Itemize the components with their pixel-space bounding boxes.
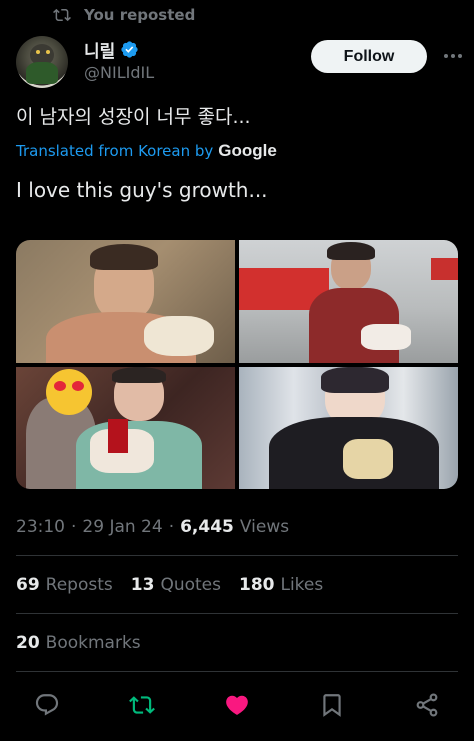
- reposts-count: 69: [16, 575, 40, 595]
- more-options-icon[interactable]: [438, 44, 468, 68]
- translated-from-link[interactable]: Translated from Korean by Google: [16, 141, 277, 161]
- bookmarks-stat[interactable]: 20 Bookmarks: [16, 633, 141, 653]
- author-display-name[interactable]: 니릴: [84, 37, 115, 62]
- author-handle[interactable]: @NILIdIL: [84, 63, 154, 82]
- divider: [16, 555, 458, 556]
- google-logo: Google: [218, 141, 277, 160]
- tweet-meta: 23:10 · 29 Jan 24 · 6,445 Views: [16, 517, 289, 537]
- media-photo-3[interactable]: [16, 367, 235, 489]
- tweet-date[interactable]: 29 Jan 24: [82, 517, 162, 537]
- repost-banner-text: You reposted: [84, 6, 196, 24]
- share-icon[interactable]: [410, 688, 444, 722]
- tweet-translation: I love this guy's growth...: [16, 178, 268, 202]
- repost-banner[interactable]: You reposted: [52, 5, 195, 25]
- reply-icon[interactable]: [30, 688, 64, 722]
- views-count: 6,445: [180, 517, 234, 537]
- meta-separator: ·: [71, 517, 77, 537]
- reposts-stat[interactable]: 69 Reposts: [16, 575, 113, 595]
- bookmark-icon[interactable]: [315, 688, 349, 722]
- engagement-stats: 69 Reposts 13 Quotes 180 Likes: [16, 575, 341, 595]
- repost-icon: [52, 6, 72, 24]
- verified-badge-icon[interactable]: [120, 40, 139, 59]
- likes-label: Likes: [280, 575, 324, 595]
- media-photo-2[interactable]: [239, 240, 458, 363]
- bookmarks-count: 20: [16, 633, 40, 653]
- reposts-label: Reposts: [45, 575, 113, 595]
- action-bar: [0, 688, 474, 722]
- quotes-label: Quotes: [160, 575, 221, 595]
- quotes-stat[interactable]: 13 Quotes: [131, 575, 221, 595]
- likes-stat[interactable]: 180 Likes: [239, 575, 323, 595]
- views-label: Views: [239, 517, 290, 537]
- heart-icon[interactable]: [220, 688, 254, 722]
- media-photo-1[interactable]: [16, 240, 235, 363]
- follow-button[interactable]: Follow: [311, 40, 427, 73]
- media-photo-4[interactable]: [239, 367, 458, 489]
- author-name-row[interactable]: 니릴: [84, 37, 139, 62]
- bookmarks-label: Bookmarks: [45, 633, 141, 653]
- divider: [16, 613, 458, 614]
- tweet-time[interactable]: 23:10: [16, 517, 65, 537]
- avatar[interactable]: [16, 36, 68, 88]
- likes-count: 180: [238, 575, 275, 595]
- quotes-count: 13: [130, 575, 155, 595]
- translated-label: Translated from Korean by: [16, 142, 214, 160]
- repost-icon[interactable]: [125, 688, 159, 722]
- tweet-text: 이 남자의 성장이 너무 좋다...: [16, 106, 251, 128]
- meta-separator: ·: [168, 517, 175, 537]
- divider: [16, 671, 458, 672]
- media-grid: [16, 240, 458, 489]
